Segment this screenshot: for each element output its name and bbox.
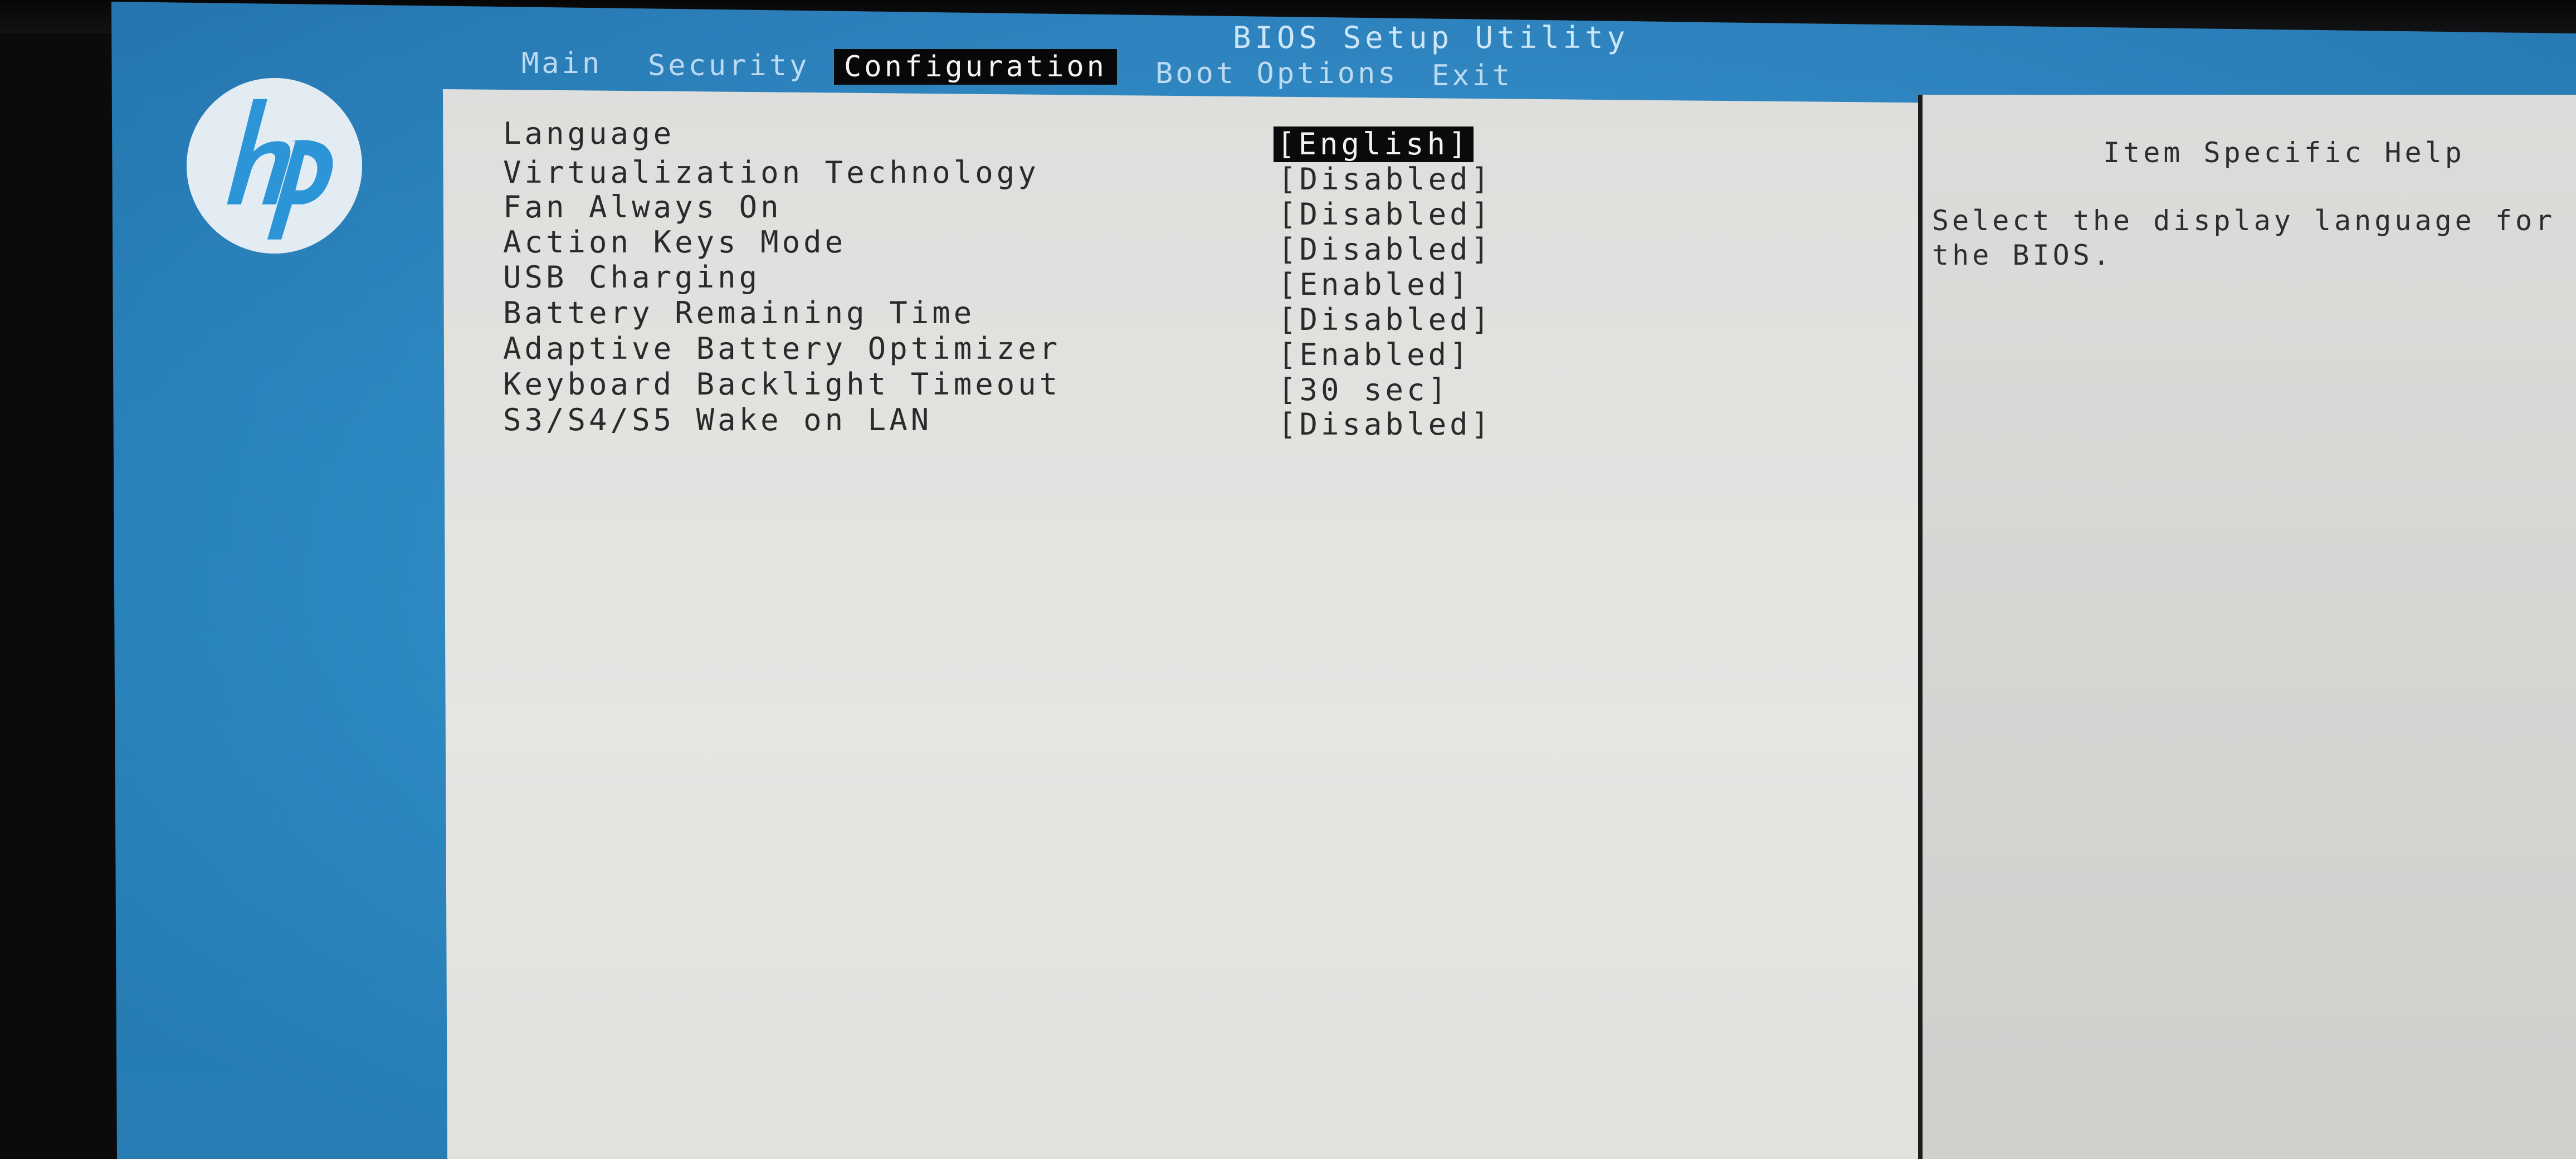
setting-value-battery-time[interactable]: [Disabled]	[1278, 302, 1492, 338]
help-text: Select the display language for the BIOS…	[1932, 204, 2576, 271]
tab-configuration[interactable]: Configuration	[834, 49, 1117, 85]
setting-value-language[interactable]: [English]	[1274, 126, 1474, 162]
setting-value-keyboard-backlight[interactable]: [30 sec]	[1278, 372, 1450, 408]
pane-divider	[1918, 95, 1923, 1159]
hp-logo-icon	[187, 78, 362, 254]
setting-value-virtualization[interactable]: [Disabled]	[1278, 162, 1492, 197]
setting-label-wake-on-lan[interactable]: S3/S4/S5 Wake on LAN	[503, 402, 932, 438]
setting-value-action-keys[interactable]: [Disabled]	[1278, 232, 1492, 267]
setting-label-usb-charging[interactable]: USB Charging	[503, 260, 760, 295]
setting-label-fan-always-on[interactable]: Fan Always On	[503, 189, 782, 225]
setting-value-wake-on-lan[interactable]: [Disabled]	[1278, 407, 1492, 442]
hp-logo	[187, 78, 362, 254]
setting-value-usb-charging[interactable]: [Enabled]	[1278, 267, 1471, 303]
tab-boot-options[interactable]: Boot Options	[1155, 56, 1398, 91]
bios-title: BIOS Setup Utility	[1233, 20, 1629, 55]
setting-value-fan-always-on[interactable]: [Disabled]	[1278, 197, 1492, 232]
tab-main[interactable]: Main	[521, 46, 602, 81]
tab-security[interactable]: Security	[648, 48, 809, 84]
setting-label-action-keys[interactable]: Action Keys Mode	[503, 225, 846, 260]
setting-label-language[interactable]: Language	[503, 116, 675, 152]
setting-label-virtualization[interactable]: Virtualization Technology	[503, 155, 1040, 191]
setting-label-adaptive-battery[interactable]: Adaptive Battery Optimizer	[503, 331, 1061, 367]
setting-label-keyboard-backlight[interactable]: Keyboard Backlight Timeout	[503, 367, 1061, 402]
help-title: Item Specific Help	[2103, 137, 2465, 169]
setting-label-battery-time[interactable]: Battery Remaining Time	[503, 295, 975, 331]
setting-value-adaptive-battery[interactable]: [Enabled]	[1278, 337, 1471, 373]
tab-exit[interactable]: Exit	[1432, 58, 1513, 94]
